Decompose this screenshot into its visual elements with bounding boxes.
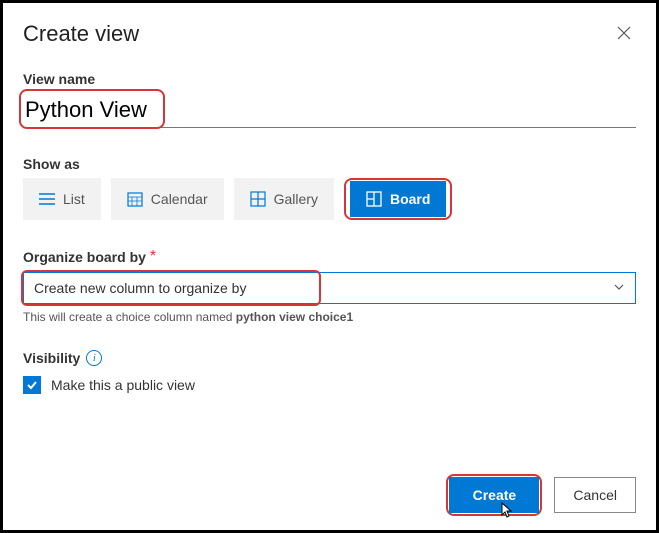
show-as-board-label: Board [390,191,430,207]
check-icon [26,379,38,391]
show-as-board-button[interactable]: Board [350,181,446,217]
organize-helper-bold: python view choice1 [236,310,353,324]
show-as-calendar-label: Calendar [151,191,208,207]
public-view-checkbox-label: Make this a public view [51,377,195,393]
info-icon[interactable]: i [86,350,102,366]
list-icon [39,192,55,206]
chevron-down-icon [613,280,625,296]
organize-label: Organize board by [23,249,146,265]
show-as-list-label: List [63,191,85,207]
organize-helper-text: This will create a choice column named p… [23,310,636,324]
dialog-title: Create view [23,21,139,47]
board-icon [366,191,382,207]
close-button[interactable] [612,21,636,45]
organize-selected-value: Create new column to organize by [34,280,246,296]
create-button-highlight: Create [446,474,542,516]
view-name-label: View name [23,71,636,87]
close-icon [616,25,632,41]
show-as-board-highlight: Board [344,178,452,220]
calendar-icon [127,191,143,207]
public-view-checkbox[interactable] [23,376,41,394]
show-as-calendar-button[interactable]: Calendar [111,178,224,220]
view-name-input[interactable] [23,93,636,128]
visibility-label: Visibility [23,350,80,366]
required-indicator: * [150,248,156,266]
show-as-label: Show as [23,156,636,172]
show-as-gallery-button[interactable]: Gallery [234,178,334,220]
create-button[interactable]: Create [449,477,539,513]
show-as-list-button[interactable]: List [23,178,101,220]
show-as-gallery-label: Gallery [274,191,318,207]
organize-helper-prefix: This will create a choice column named [23,310,236,324]
gallery-icon [250,191,266,207]
cancel-button[interactable]: Cancel [554,477,636,513]
organize-select[interactable]: Create new column to organize by [23,272,636,304]
